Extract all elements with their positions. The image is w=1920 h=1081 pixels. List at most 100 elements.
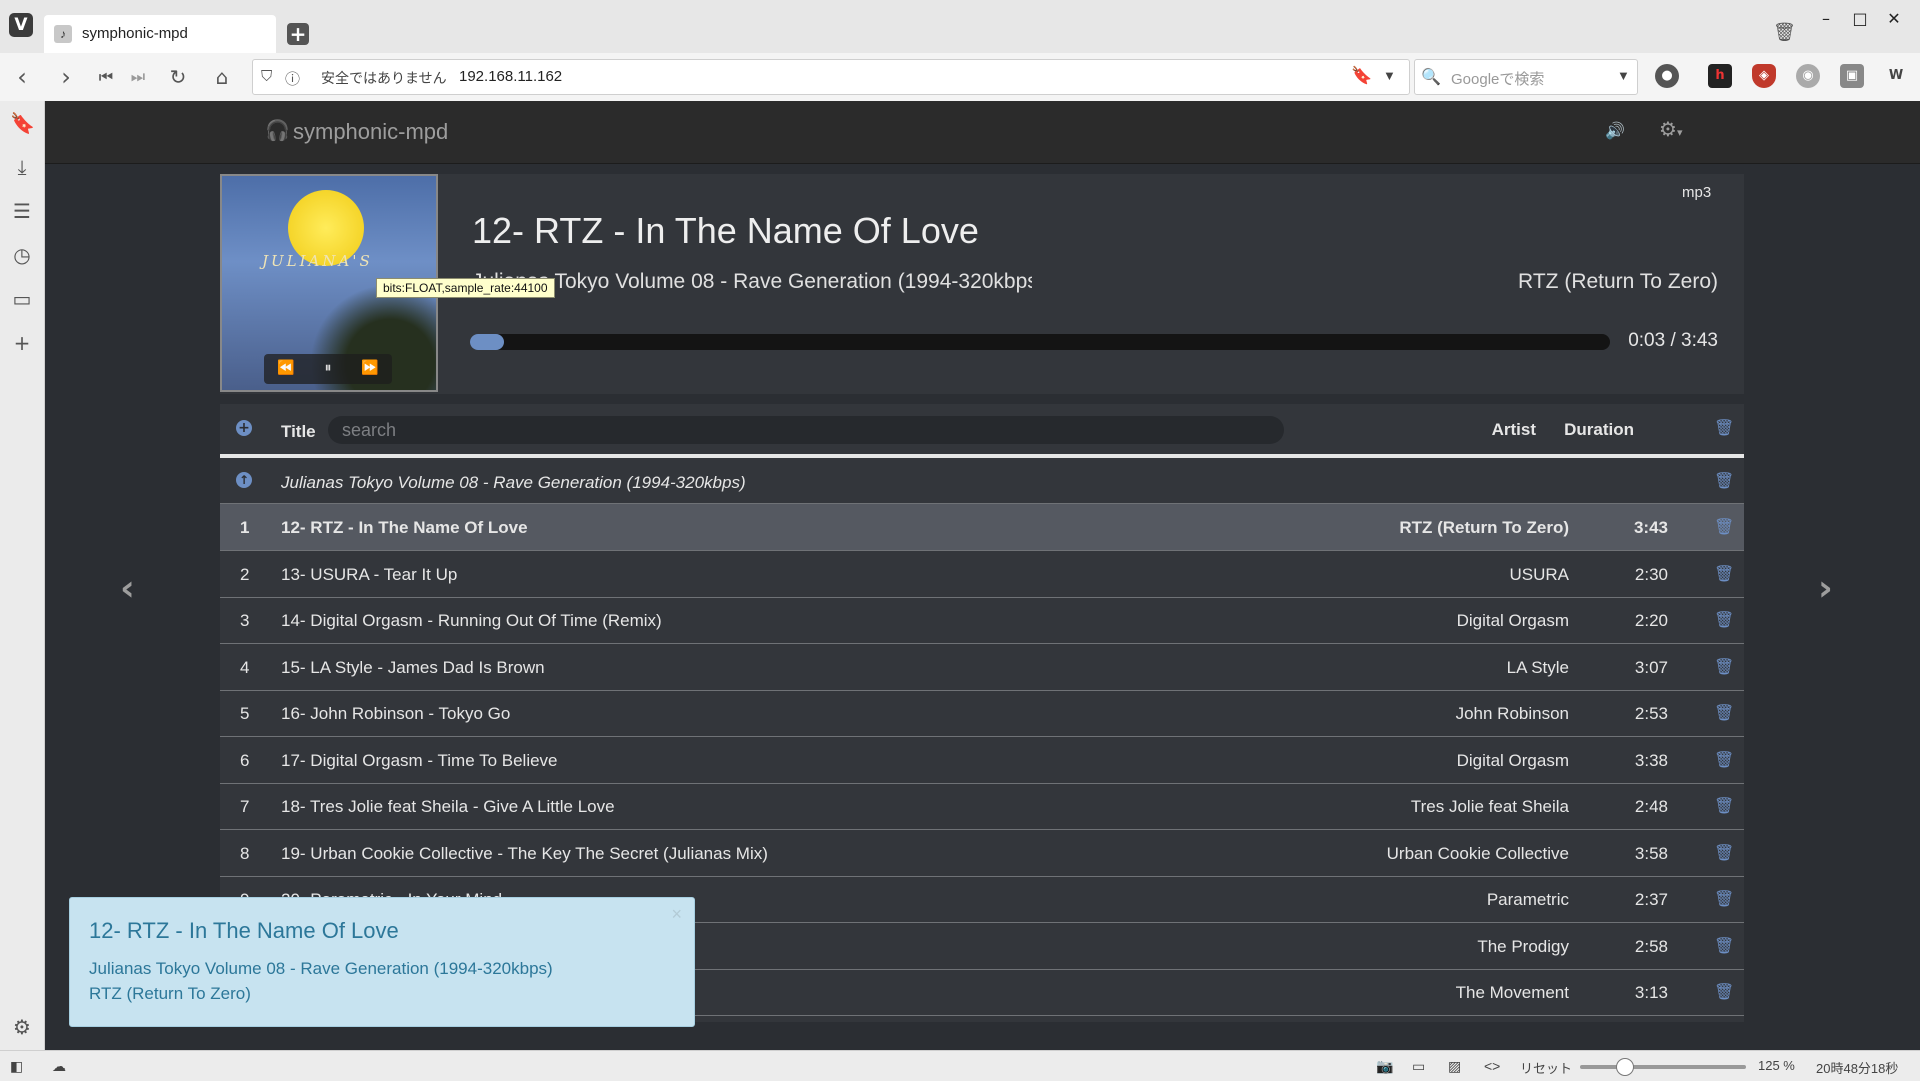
shield-icon[interactable]: ⛉	[261, 68, 272, 85]
folder-trash-icon[interactable]: 🗑	[1714, 471, 1734, 490]
remove-track-trash-icon[interactable]: 🗑	[1714, 703, 1734, 722]
remove-track-trash-icon[interactable]: 🗑	[1714, 936, 1734, 955]
sync-cloud-icon[interactable]: ☁	[52, 1058, 66, 1075]
clear-playlist-trash-icon[interactable]: 🗑	[1714, 418, 1734, 437]
wikipedia-icon[interactable]: W	[1884, 64, 1908, 88]
close-window-button[interactable]: ✕	[1882, 9, 1906, 28]
web-search-field[interactable]: 🔍 Googleで検索 ▼	[1414, 59, 1638, 95]
url-text[interactable]: 192.168.11.162	[459, 68, 562, 85]
remove-track-trash-icon[interactable]: 🗑	[1714, 564, 1734, 583]
zoom-slider-handle[interactable]	[1616, 1058, 1634, 1076]
table-row[interactable]: 2 13- USURA - Tear It Up USURA 2:30 🗑	[220, 551, 1744, 598]
zoom-level: 125 %	[1758, 1058, 1795, 1073]
downloads-panel-icon[interactable]: ⤓	[10, 155, 34, 179]
toast-close-icon[interactable]: ×	[671, 904, 682, 925]
track-number: 5	[240, 704, 250, 723]
track-number: 2	[240, 564, 250, 584]
folder-row[interactable]: ↑ Julianas Tokyo Volume 08 - Rave Genera…	[220, 458, 1744, 504]
folder-up-icon[interactable]: ↑	[236, 472, 252, 488]
volume-icon[interactable]: 🔊	[1605, 121, 1625, 141]
bookmarks-panel-icon[interactable]: 🔖	[10, 111, 35, 135]
info-icon[interactable]: ⓘ	[285, 68, 300, 89]
next-track-button[interactable]: ⏩	[350, 360, 390, 376]
playlist-search-input[interactable]	[328, 416, 1284, 444]
tiling-icon[interactable]: ▭	[1412, 1058, 1425, 1075]
forward-button[interactable]: ›	[52, 63, 80, 91]
ublock-icon[interactable]: ◈	[1752, 64, 1776, 88]
now-playing-toast[interactable]: × 12- RTZ - In The Name Of Love Julianas…	[69, 897, 695, 1027]
track-duration: 2:53	[1634, 704, 1668, 723]
track-artist: The Movement	[1455, 983, 1569, 1002]
toast-artist: RTZ (Return To Zero)	[89, 984, 251, 1003]
images-toggle-icon[interactable]: ▨	[1448, 1058, 1461, 1075]
page-actions-icon[interactable]: <>	[1484, 1058, 1500, 1074]
column-artist[interactable]: Artist	[1492, 420, 1536, 440]
new-tab-button[interactable]: +	[287, 23, 309, 45]
table-row[interactable]: 5 16- John Robinson - Tokyo Go John Robins…	[220, 690, 1744, 737]
table-row[interactable]: 6 17- Digital Orgasm - Time To Believe Dig…	[220, 737, 1744, 784]
prev-page-arrow-icon[interactable]: ‹	[120, 568, 135, 609]
vivaldi-menu-icon[interactable]: V	[9, 13, 33, 37]
previous-track-button[interactable]: ⏪	[266, 360, 306, 376]
url-field[interactable]: ⛉ ⓘ 安全ではありません 192.168.11.162 🔖 ▼	[252, 59, 1410, 95]
panel-toggle-icon[interactable]: ◧	[10, 1058, 23, 1075]
bookmark-icon[interactable]: 🔖	[1351, 66, 1372, 86]
remove-track-trash-icon[interactable]: 🗑	[1714, 843, 1734, 862]
table-row[interactable]: 3 14- Digital Orgasm - Running Out Of Tim…	[220, 597, 1744, 644]
app-brand[interactable]: 🎧 symphonic-mpd	[265, 119, 448, 145]
fast-forward-button[interactable]: ⏭	[124, 67, 152, 87]
remove-track-trash-icon[interactable]: 🗑	[1714, 889, 1734, 908]
table-row[interactable]: 1 12- RTZ - In The Name Of Love RTZ (Retur…	[220, 504, 1744, 551]
zoom-reset-button[interactable]: リセット	[1520, 1058, 1572, 1077]
extension-image-icon[interactable]: ▣	[1840, 64, 1864, 88]
capture-icon[interactable]: 📷	[1376, 1058, 1393, 1075]
extension-h-icon[interactable]: h	[1708, 64, 1732, 88]
add-web-panel-icon[interactable]: +	[10, 331, 34, 355]
column-title[interactable]: Title	[281, 422, 316, 442]
closed-tabs-trash-icon[interactable]: 🗑	[1773, 22, 1796, 43]
remove-track-trash-icon[interactable]: 🗑	[1714, 750, 1734, 769]
remove-track-trash-icon[interactable]: 🗑	[1714, 796, 1734, 815]
table-row[interactable]: 4 15- LA Style - James Dad Is Brown LA Sty…	[220, 644, 1744, 691]
app-navbar: 🎧 symphonic-mpd 🔊 ⚙▾	[45, 101, 1920, 164]
remove-track-trash-icon[interactable]: 🗑	[1714, 982, 1734, 1001]
track-title: 19- Urban Cookie Collective - The Key Th…	[281, 843, 768, 863]
search-engine-icon[interactable]: 🔍	[1421, 67, 1441, 87]
now-playing-title: 12- RTZ - In The Name Of Love	[472, 210, 979, 251]
format-label: mp3	[1682, 184, 1712, 201]
track-artist: Digital Orgasm	[1456, 611, 1569, 630]
maximize-button[interactable]: □	[1848, 9, 1872, 28]
track-title: 18- Tres Jolie feat Sheila - Give A Litt…	[281, 797, 615, 816]
browser-tab[interactable]: ♪ symphonic-mpd	[44, 15, 276, 53]
folder-name[interactable]: Julianas Tokyo Volume 08 - Rave Generati…	[281, 473, 746, 493]
pause-button[interactable]: ⏸	[308, 360, 348, 376]
home-icon[interactable]: ⌂	[208, 65, 236, 89]
now-playing-panel: JULIANA'S ⏪ ⏸ ⏩ mp3 12- RTZ - In The Nam…	[220, 174, 1744, 394]
remove-track-trash-icon[interactable]: 🗑	[1714, 517, 1734, 536]
back-button[interactable]: ‹	[8, 63, 36, 91]
search-dropdown-icon[interactable]: ▼	[1617, 68, 1630, 83]
add-icon[interactable]: +	[236, 420, 252, 436]
table-row[interactable]: 8 19- Urban Cookie Collective - The Key T…	[220, 830, 1744, 877]
zoom-slider[interactable]	[1580, 1058, 1746, 1076]
rewind-button[interactable]: ⏮	[92, 67, 120, 87]
track-duration: 2:58	[1634, 936, 1668, 956]
tab-favicon-icon: ♪	[54, 25, 72, 43]
seek-bar[interactable]	[470, 334, 1610, 350]
url-dropdown-icon[interactable]: ▼	[1383, 68, 1396, 83]
history-panel-icon[interactable]: ◷	[10, 243, 34, 267]
remove-track-trash-icon[interactable]: 🗑	[1714, 657, 1734, 676]
notes-panel-icon[interactable]: ☰	[10, 199, 34, 223]
window-panel-icon[interactable]: ▭	[10, 287, 34, 311]
remove-track-trash-icon[interactable]: 🗑	[1714, 610, 1734, 629]
column-duration[interactable]: Duration	[1564, 420, 1634, 440]
settings-menu-button[interactable]: ⚙▾	[1659, 117, 1682, 142]
reload-icon[interactable]: ↻	[164, 65, 192, 89]
settings-gear-icon[interactable]: ⚙	[10, 1015, 34, 1039]
track-artist: Urban Cookie Collective	[1386, 843, 1569, 863]
extension-disk-icon[interactable]: ◉	[1796, 64, 1820, 88]
table-row[interactable]: 7 18- Tres Jolie feat Sheila - Give A Lit…	[220, 783, 1744, 830]
profile-icon[interactable]: ●	[1655, 64, 1679, 88]
next-page-arrow-icon[interactable]: ›	[1818, 568, 1833, 609]
minimize-button[interactable]: –	[1814, 9, 1838, 28]
